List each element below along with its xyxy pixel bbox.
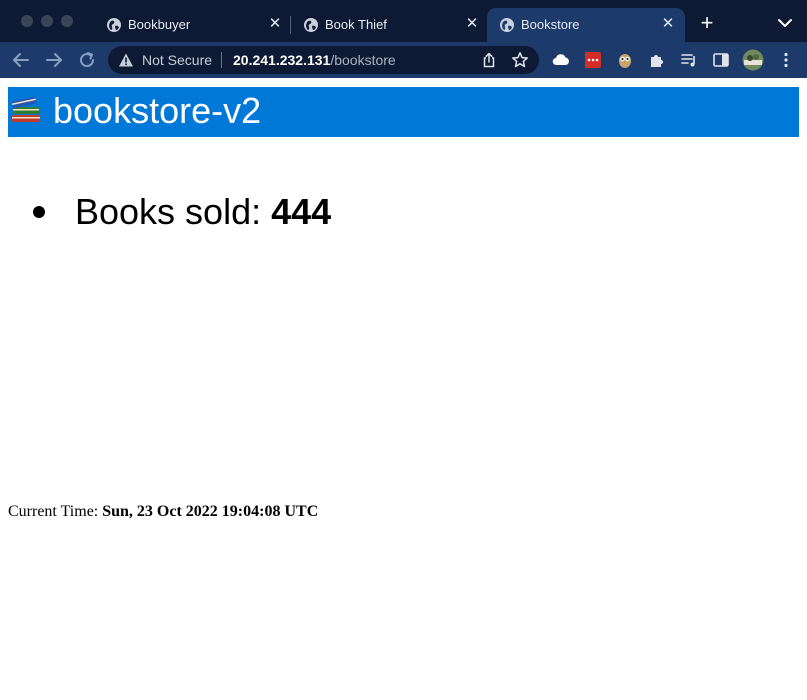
globe-icon: [500, 18, 514, 32]
window-zoom-dot[interactable]: [61, 15, 73, 27]
bullet-marker: [33, 206, 45, 218]
new-tab-plus-icon[interactable]: +: [697, 12, 717, 34]
tab-title: Bookstore: [521, 17, 580, 32]
warning-triangle-icon[interactable]: [118, 52, 134, 68]
tab-close-icon[interactable]: ✕: [659, 15, 677, 33]
address-bar[interactable]: Not Secure 20.241.232.131/bookstore: [108, 46, 539, 74]
books-sold-text: Books sold: 444: [75, 190, 331, 234]
owl-extension-icon[interactable]: [616, 51, 634, 69]
page-header-banner: bookstore-v2: [8, 87, 799, 137]
tab-bookstore[interactable]: Bookstore ✕: [487, 8, 685, 42]
current-time-value: Sun, 23 Oct 2022 19:04:08 UTC: [102, 503, 319, 520]
url-text[interactable]: 20.241.232.131/bookstore: [233, 52, 396, 68]
books-icon: [11, 96, 40, 122]
tab-book-thief[interactable]: Book Thief ✕: [303, 8, 485, 42]
chevron-down-icon[interactable]: [775, 14, 795, 32]
page-title: bookstore-v2: [53, 90, 262, 131]
profile-avatar-icon[interactable]: [742, 49, 764, 71]
tab-close-icon[interactable]: ✕: [463, 15, 481, 33]
bookmark-star-icon[interactable]: [511, 51, 529, 69]
tab-title: Bookbuyer: [128, 17, 191, 32]
books-sold-count: 444: [271, 191, 332, 232]
tab-strip: Bookbuyer ✕ Book Thief ✕ Bookstore ✕ +: [0, 0, 807, 42]
window-minimize-dot[interactable]: [41, 15, 53, 27]
cloud-extension-icon[interactable]: [552, 51, 570, 69]
more-menu-icon[interactable]: [777, 51, 795, 69]
tab-title: Book Thief: [325, 17, 387, 32]
share-icon[interactable]: [481, 52, 497, 68]
back-arrow-icon[interactable]: [12, 51, 30, 69]
current-time-line: Current Time: Sun, 23 Oct 2022 19:04:08 …: [8, 503, 318, 521]
url-host: 20.241.232.131: [233, 52, 331, 68]
globe-icon: [304, 18, 318, 32]
security-status-label[interactable]: Not Secure: [142, 52, 212, 68]
side-panel-icon[interactable]: [712, 51, 730, 69]
window-close-dot[interactable]: [21, 15, 33, 27]
media-queue-icon[interactable]: [680, 51, 698, 69]
tab-close-icon[interactable]: ✕: [266, 15, 284, 33]
tab-divider: [290, 16, 291, 34]
current-time-label: Current Time:: [8, 503, 103, 520]
forward-arrow-icon[interactable]: [45, 51, 63, 69]
tab-bookbuyer[interactable]: Bookbuyer ✕: [106, 8, 288, 42]
url-path: /bookstore: [330, 52, 396, 68]
password-manager-extension-icon[interactable]: [584, 51, 602, 69]
puzzle-extensions-icon[interactable]: [648, 51, 666, 69]
reload-icon[interactable]: [78, 51, 96, 69]
books-sold-label: Books sold:: [75, 191, 272, 232]
address-divider: [221, 52, 222, 68]
globe-icon: [107, 18, 121, 32]
